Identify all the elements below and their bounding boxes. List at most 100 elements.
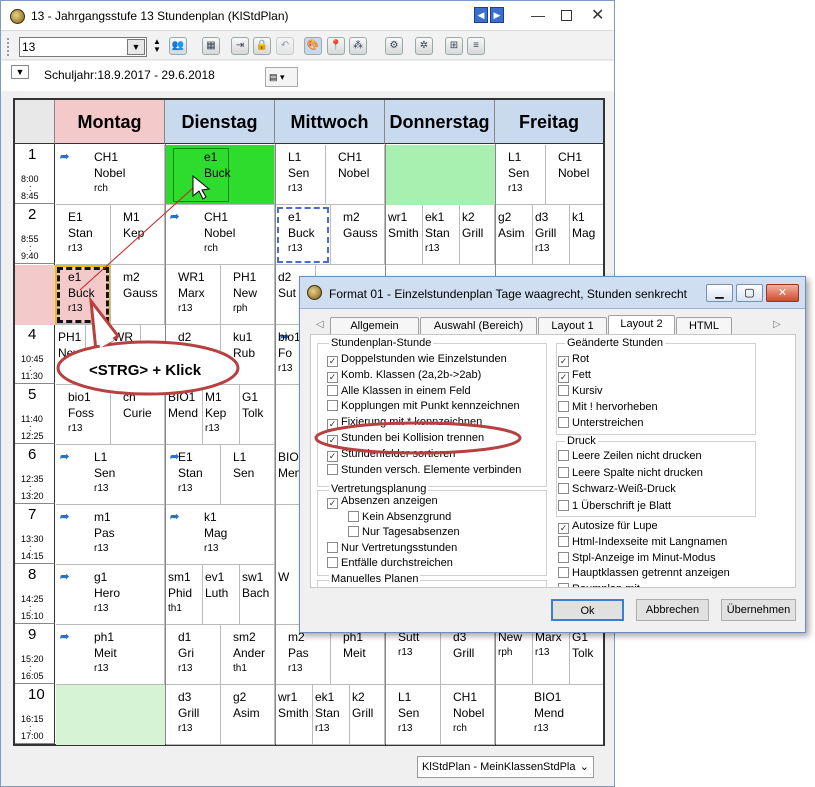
checkbox-option[interactable]: Alle Klassen in einem Feld (327, 384, 471, 398)
checkbox-icon[interactable]: ✓ (558, 356, 569, 367)
checkbox-option[interactable]: ✓ Rot (558, 353, 589, 367)
callout-bubble (56, 296, 240, 396)
export-icon[interactable]: ⇥ (231, 37, 249, 55)
checkbox-icon[interactable] (558, 499, 569, 511)
checkbox-option[interactable]: Leere Spalte nicht drucken (558, 466, 703, 480)
checkbox-label: Alle Klassen in einem Feld (341, 384, 471, 397)
checkbox-icon[interactable]: ✓ (327, 498, 338, 509)
checkbox-icon[interactable] (558, 417, 569, 428)
header-bar: ▼ Schuljahr:18.9.2017 - 29.6.2018 ▤ ▾ (1, 61, 614, 91)
checkbox-icon[interactable]: ✓ (558, 523, 569, 534)
tab-html[interactable]: HTML (676, 317, 732, 334)
chevron-down-icon[interactable]: ⌄ (580, 760, 589, 773)
class-select[interactable]: 13 ▼ (19, 37, 147, 57)
group-stundenplan-label: Stundenplan-Stunde (329, 337, 434, 349)
checkbox-option[interactable]: Unterstreichen (558, 417, 644, 430)
spin-icon[interactable]: ▲ ▼ (153, 38, 161, 54)
palette-icon[interactable]: 🎨 (304, 37, 322, 55)
grid-icon[interactable]: ▦ (202, 37, 220, 55)
checkbox-icon[interactable]: ✓ (327, 356, 338, 367)
chevron-down-icon[interactable]: ▼ (127, 39, 145, 55)
checkbox-icon[interactable]: ✓ (327, 371, 338, 383)
checkbox-icon[interactable] (348, 526, 359, 537)
checkbox-icon[interactable] (348, 510, 359, 522)
checkbox-icon[interactable] (558, 401, 569, 412)
prev-arrow-icon[interactable]: ◀ (474, 7, 488, 23)
checkbox-option[interactable]: Schwarz-Weiß-Druck (558, 483, 676, 496)
checkbox-icon[interactable] (558, 450, 569, 461)
undo-icon[interactable]: ↶ (276, 37, 294, 55)
checkbox-icon[interactable] (558, 466, 569, 478)
checkbox-icon[interactable] (558, 385, 569, 396)
checkbox-option[interactable]: Kein Absenzgrund (348, 510, 452, 524)
users-icon[interactable]: 👥 (169, 37, 187, 55)
checkbox-option[interactable]: Kursiv (558, 385, 603, 398)
checkbox-option[interactable]: Kopplungen mit Punkt kennzeichnen (327, 400, 520, 413)
tab-auswahl[interactable]: Auswahl (Bereich) (420, 317, 537, 334)
apply-button[interactable]: Übernehmen (721, 599, 796, 621)
lock-icon[interactable]: 🔒 (253, 37, 271, 55)
maximize-icon[interactable] (561, 10, 572, 21)
checkbox-option[interactable]: Stpl-Anzeige im Minut-Modus (558, 551, 716, 565)
checkbox-option[interactable]: ✓ Doppelstunden wie Einzelstunden (327, 353, 507, 367)
close-button[interactable]: ✕ (766, 284, 799, 302)
toolbar-grip (7, 38, 10, 56)
tab-panel: Stundenplan-Stunde ✓ Doppelstunden wie Ei… (310, 334, 796, 588)
checkbox-option[interactable]: ✓ Autosize für Lupe (558, 520, 658, 534)
checkbox-icon[interactable] (327, 400, 338, 412)
tree-icon[interactable]: ⁂ (349, 37, 367, 55)
checkbox-label: Autosize für Lupe (572, 520, 658, 532)
tab-layout2[interactable]: Layout 2 (608, 315, 675, 335)
tab-allgemein[interactable]: Allgemein (330, 317, 419, 334)
dropdown-icon[interactable]: ▼ (11, 65, 29, 79)
checkbox-icon[interactable] (558, 583, 569, 587)
checkbox-option[interactable]: Raumplan mit ... (558, 583, 652, 587)
next-arrow-icon[interactable]: ▶ (490, 7, 504, 23)
checkbox-option[interactable]: Hauptklassen getrennt anzeigen (558, 567, 730, 580)
schuljahr-label: Schuljahr:18.9.2017 - 29.6.2018 (44, 68, 215, 82)
checkbox-label: Stunden versch. Elemente verbinden (341, 463, 522, 476)
checkbox-icon[interactable] (558, 535, 569, 547)
checkbox-option[interactable]: ✓ Fett (558, 369, 591, 383)
checkbox-option[interactable]: Entfälle durchstreichen (327, 557, 453, 570)
checkbox-label: Hauptklassen getrennt anzeigen (572, 567, 730, 580)
checkbox-option[interactable]: Mit ! hervorheben (558, 401, 658, 414)
checkbox-icon[interactable] (558, 567, 569, 579)
calendar-icon[interactable]: ▤ ▾ (265, 67, 298, 87)
checkbox-icon[interactable]: ✓ (558, 372, 569, 383)
list-menu-icon[interactable]: ≡ (467, 37, 485, 55)
gear-icon[interactable]: ✲ (415, 37, 433, 55)
close-icon[interactable]: ✕ (591, 5, 604, 25)
minimize-button[interactable]: ▁ (706, 284, 733, 302)
checkbox-icon[interactable] (327, 557, 338, 568)
group-druck-label: Druck (565, 435, 598, 447)
checkbox-option[interactable]: Nur Tagesabsenzen (348, 526, 460, 539)
checkbox-icon[interactable] (327, 384, 338, 396)
tab-layout1[interactable]: Layout 1 (538, 317, 607, 334)
checkbox-icon[interactable] (558, 551, 569, 563)
checkbox-label: Kein Absenzgrund (362, 510, 452, 523)
settings-icon[interactable]: ⚙ (385, 37, 403, 55)
maximize-button[interactable]: ▢ (736, 284, 763, 302)
tab-scroll-right-icon[interactable]: ▷ (773, 319, 781, 330)
cancel-button[interactable]: Abbrechen (636, 599, 709, 621)
checkbox-option[interactable]: ✓ Komb. Klassen (2a,2b->2ab) (327, 369, 481, 383)
checkbox-option[interactable]: Leere Zeilen nicht drucken (558, 450, 702, 463)
checkbox-icon[interactable] (327, 463, 338, 475)
checkbox-icon[interactable] (558, 483, 569, 494)
tab-scroll-left-icon[interactable]: ◁ (316, 319, 324, 330)
checkbox-option[interactable]: ✓ Absenzen anzeigen (327, 495, 438, 509)
layout-select[interactable]: KlStdPlan - MeinKlassenStdPla ⌄ (417, 756, 594, 778)
ok-button[interactable]: Ok (551, 599, 624, 621)
checkbox-label: Nur Tagesabsenzen (362, 526, 460, 538)
checkbox-option[interactable]: Nur Vertretungsstunden (327, 541, 457, 555)
pin-icon[interactable]: 📍 (327, 37, 345, 55)
window-title: 13 - Jahrgangsstufe 13 Stundenplan (KlSt… (31, 9, 289, 23)
checkbox-option[interactable]: Stunden versch. Elemente verbinden (327, 463, 522, 477)
network-icon[interactable]: ⊞ (445, 37, 463, 55)
checkbox-option[interactable]: Html-Indexseite mit Langnamen (558, 535, 727, 549)
checkbox-option[interactable]: 1 Überschrift je Blatt (558, 499, 671, 513)
checkbox-icon[interactable] (327, 541, 338, 553)
format-dialog: Format 01 - Einzelstundenplan Tage waagr… (299, 276, 806, 633)
minimize-icon[interactable]: — (531, 7, 545, 23)
